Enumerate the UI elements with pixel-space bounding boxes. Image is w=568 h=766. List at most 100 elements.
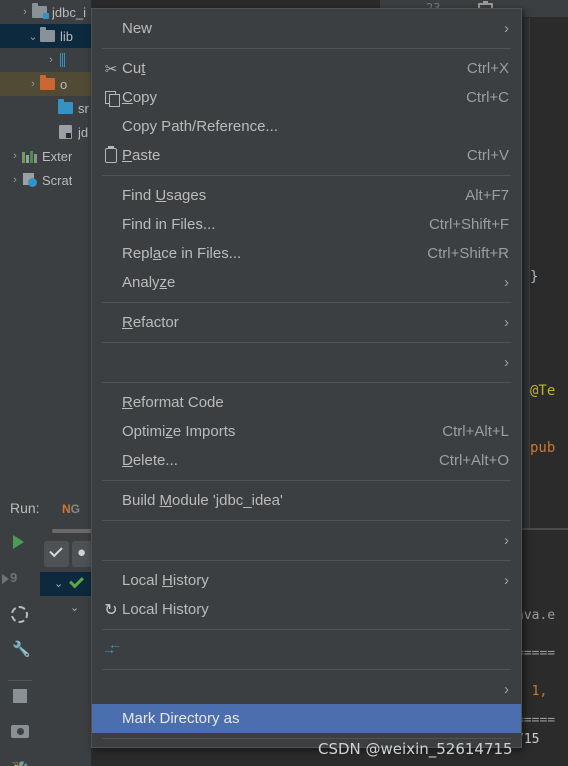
scratches-icon (22, 173, 38, 187)
menu-item-label: Copy Path/Reference... (122, 118, 278, 135)
menu-item-add-as-library[interactable]: Mark Directory as (92, 704, 521, 733)
blank-icon (100, 245, 122, 263)
menu-separator (102, 629, 511, 630)
blank-icon (100, 572, 122, 590)
chevron-down-icon[interactable]: ⌄ (54, 577, 63, 590)
menu-item-local-history[interactable]: Local History › (92, 566, 521, 595)
chevron-down-icon[interactable]: ⌄ (26, 30, 40, 43)
menu-item-label: Paste (122, 147, 161, 164)
export-screenshot-button[interactable] (0, 715, 40, 751)
testng-icon: NG (62, 502, 81, 516)
blank-icon (100, 118, 122, 136)
menu-item-label: Copy (122, 89, 158, 106)
menu-item-accelerator: Ctrl+Alt+O (438, 452, 509, 469)
play-icon (13, 535, 24, 549)
run-panel-title: Run: (10, 500, 40, 516)
run-toolbar[interactable]: 9 🔧 🐝 (0, 525, 40, 766)
tree-item-label: Exter (42, 148, 73, 164)
tree-item-out[interactable]: › o (0, 72, 91, 96)
menu-separator (102, 175, 511, 176)
console-line-3: : 1, (516, 684, 548, 699)
settings-button[interactable]: 🔧 (0, 633, 40, 669)
compare-icon (100, 636, 122, 659)
debug-button[interactable]: 🐝 (0, 751, 40, 766)
menu-item-copy-path-reference[interactable]: Copy Path/Reference... (92, 112, 521, 141)
run-button[interactable] (0, 525, 40, 561)
blank-icon (100, 492, 122, 510)
project-tool-window: › jdbc_i ⌄ lib › › o sr jd › Exter › Scr… (0, 0, 97, 766)
blank-icon (100, 314, 122, 332)
scissors-icon: ✂ (104, 60, 118, 78)
chevron-right-icon[interactable]: › (18, 6, 32, 18)
menu-item-label: New (122, 20, 153, 37)
toggle-auto-test-button[interactable] (0, 597, 40, 633)
menu-item-bookmarks[interactable]: › (92, 348, 521, 377)
project-tree[interactable]: › jdbc_i ⌄ lib › › o sr jd › Exter › Scr… (0, 0, 91, 192)
menu-item-build-module[interactable]: Build Module 'jdbc_idea' (92, 486, 521, 515)
menu-item-open-in[interactable]: › (92, 526, 521, 555)
check-icon (49, 543, 63, 558)
code-line-brace-1: } (530, 269, 539, 285)
tree-item-label: jd (78, 124, 89, 140)
menu-item-accelerator: Ctrl+Shift+F (428, 216, 509, 233)
library-jar-icon (58, 53, 74, 67)
menu-item-copy[interactable]: Copy Ctrl+C (92, 83, 521, 112)
menu-item-reformat-code[interactable]: Reformat Code (92, 388, 521, 417)
blank-icon (100, 216, 122, 234)
context-menu[interactable]: New › ✂ Cut Ctrl+X Copy Ctrl+C Copy Path… (91, 8, 522, 748)
tree-item-label: jdbc_i (52, 4, 86, 20)
test-tree-row-root[interactable] (40, 572, 92, 596)
module-folder-icon (32, 3, 49, 19)
paste-icon (100, 146, 122, 165)
menu-item-delete[interactable]: Delete... Ctrl+Alt+O (92, 446, 521, 475)
stop-square-icon (13, 689, 27, 703)
menu-item-optimize-imports[interactable]: Optimize Imports Ctrl+Alt+L (92, 417, 521, 446)
tree-item-label: Scrat (42, 172, 73, 188)
chevron-right-icon: › (504, 314, 509, 331)
menu-separator (102, 520, 511, 521)
menu-item-analyze[interactable]: Analyze › (92, 268, 521, 297)
show-passed-toggle[interactable] (44, 541, 69, 567)
menu-item-label: Reformat Code (122, 394, 224, 411)
blank-icon (100, 452, 122, 470)
chevron-right-icon[interactable]: › (26, 78, 40, 90)
menu-item-cut[interactable]: ✂ Cut Ctrl+X (92, 54, 521, 83)
menu-item-find-in-files[interactable]: Find in Files... Ctrl+Shift+F (92, 210, 521, 239)
folder-orange-icon (40, 75, 56, 91)
tree-item-jar-file[interactable]: jd (0, 120, 91, 144)
menu-item-replace-in-files[interactable]: Replace in Files... Ctrl+Shift+R (92, 239, 521, 268)
chevron-down-icon[interactable]: ⌄ (70, 601, 79, 614)
menu-item-label: Local History (122, 601, 209, 618)
menu-item-refactor[interactable]: Refactor › (92, 308, 521, 337)
external-libraries-icon (22, 149, 38, 163)
chevron-right-icon[interactable]: › (44, 54, 58, 66)
chevron-right-icon: › (504, 20, 509, 37)
tree-item-jdbc[interactable]: › jdbc_i (0, 0, 91, 24)
blank-icon (100, 710, 122, 728)
test-tree-toolbar[interactable]: ● ⌄ ⌄ (40, 525, 97, 645)
menu-item-find-usages[interactable]: Find Usages Alt+F7 (92, 181, 521, 210)
tree-item-lib[interactable]: ⌄ lib (0, 24, 91, 48)
stop-button[interactable] (0, 679, 40, 715)
tree-item-external-libraries[interactable]: › Exter (0, 144, 91, 168)
menu-item-label: Find in Files... (122, 216, 216, 233)
menu-item-mark-directory-as[interactable]: › (92, 675, 521, 704)
menu-item-reload-from-disk[interactable]: ↻ Local History (92, 595, 521, 624)
chevron-right-icon[interactable]: › (8, 150, 22, 162)
tree-item-jar-library[interactable]: › (0, 48, 91, 72)
tree-item-scratches[interactable]: › Scrat (0, 168, 91, 192)
console-line-4: ===== (516, 713, 556, 728)
scrollbar-thumb[interactable] (52, 529, 94, 533)
camera-icon (11, 725, 29, 738)
chevron-right-icon[interactable]: › (8, 174, 22, 186)
blank-icon (100, 750, 122, 766)
folder-icon (40, 27, 56, 43)
menu-item-label: Delete... (122, 452, 178, 469)
rerun-failed-tests-button[interactable]: 9 (0, 561, 40, 597)
blank-icon (100, 394, 122, 412)
menu-item-compare-with[interactable] (92, 635, 521, 664)
menu-item-paste[interactable]: Paste Ctrl+V (92, 141, 521, 170)
blank-icon (100, 354, 122, 372)
tree-item-src[interactable]: sr (0, 96, 91, 120)
menu-item-new[interactable]: New › (92, 14, 521, 43)
